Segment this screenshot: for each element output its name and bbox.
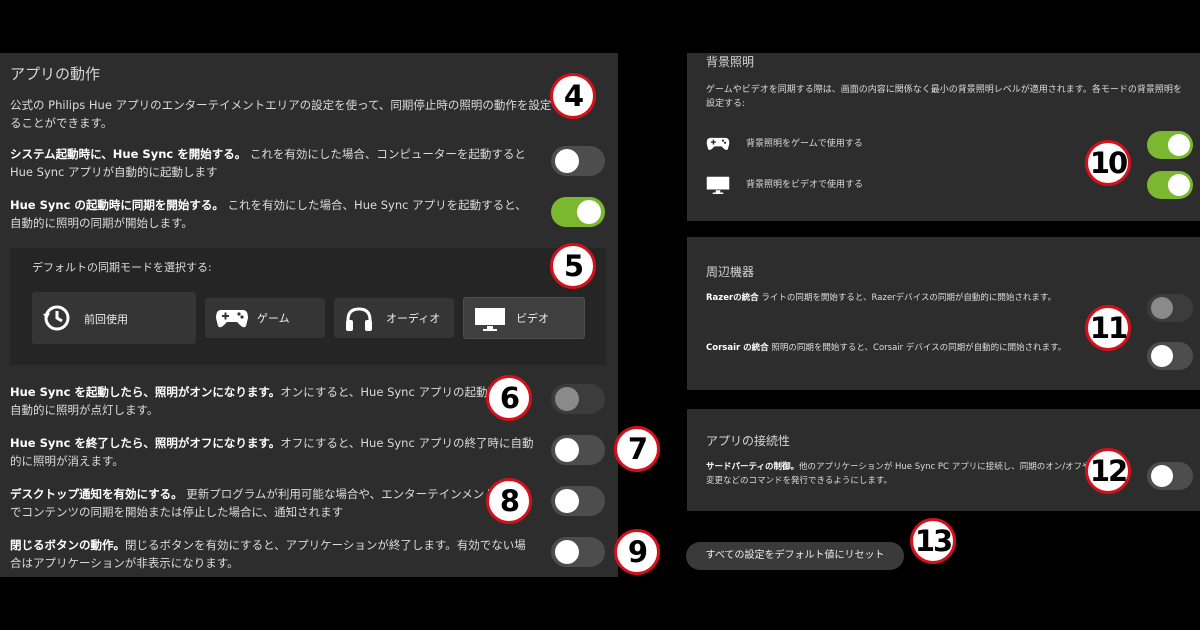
- setting-title: サードパーティの制御。: [706, 462, 799, 472]
- setting-corsair: Corsair の統合 照明の同期を開始すると、Corsair デバイスの同期が…: [706, 342, 1146, 355]
- toggle-lights-off-exit[interactable]: [551, 435, 605, 465]
- setting-title: デスクトップ通知を有効にする。: [10, 487, 183, 501]
- mode-video[interactable]: ビデオ: [463, 297, 585, 339]
- gamepad-icon: [706, 137, 730, 151]
- section-title-peripherals: 周辺機器: [706, 265, 755, 279]
- setting-title: Hue Sync の起動時に同期を開始する。: [10, 198, 224, 212]
- toggle-third-party[interactable]: [1147, 462, 1193, 490]
- toggle-sync-on-launch[interactable]: [551, 197, 605, 227]
- mode-label: オーディオ: [386, 312, 441, 325]
- mode-label: 前回使用: [84, 313, 128, 326]
- headphones-icon: [346, 307, 372, 331]
- setting-desktop-notifications: デスクトップ通知を有効にする。 更新プログラムが利用可能な場合や、エンターテイン…: [10, 485, 535, 521]
- setting-sync-on-launch: Hue Sync の起動時に同期を開始する。 これを有効にした場合、Hue Sy…: [10, 196, 535, 232]
- toggle-corsair[interactable]: [1147, 342, 1193, 370]
- setting-title: Corsair の統合: [706, 343, 769, 353]
- annotation-badge-11: 11: [1085, 305, 1131, 351]
- mode-game[interactable]: ゲーム: [205, 298, 325, 338]
- annotation-badge-6: 6: [486, 375, 532, 421]
- backlight-game-label: 背景照明をゲームで使用する: [746, 139, 863, 149]
- default-sync-mode-label: デフォルトの同期モードを選択する:: [32, 261, 212, 274]
- toggle-knob: [555, 149, 579, 173]
- section-title-backlight: 背景照明: [706, 55, 755, 69]
- toggle-close-button[interactable]: [551, 537, 605, 567]
- history-icon: [43, 305, 70, 331]
- backlight-description: ゲームやビデオを同期する際は、画面の内容に関係なく最小の背景照明レベルが適用され…: [706, 85, 1182, 109]
- mode-last-used[interactable]: 前回使用: [32, 292, 196, 344]
- gamepad-icon: [216, 310, 248, 328]
- toggle-desktop-notifications[interactable]: [551, 486, 605, 516]
- toggle-knob: [555, 438, 579, 462]
- toggle-knob: [1151, 465, 1173, 487]
- setting-third-party: サードパーティの制御。他のアプリケーションが Hue Sync PC アプリに接…: [706, 460, 1131, 488]
- mode-label: ゲーム: [257, 312, 290, 325]
- toggle-knob: [577, 200, 601, 224]
- setting-text: ライトの同期を開始すると、Razerデバイスの同期が自動的に開始されます。: [761, 293, 1057, 303]
- toggle-knob: [1151, 345, 1173, 367]
- setting-start-on-boot: システム起動時に、Hue Sync を開始する。 これを有効にした場合、コンピュ…: [10, 145, 535, 181]
- setting-lights-on-start: Hue Sync を起動したら、照明がオンになります。オンにすると、Hue Sy…: [10, 383, 520, 419]
- toggle-backlight-game[interactable]: [1147, 131, 1193, 159]
- toggle-knob: [1168, 134, 1190, 156]
- annotation-badge-8: 8: [486, 478, 532, 524]
- entertainment-description: 公式の Philips Hue アプリのエンターテイメントエリアの設定を使って、…: [10, 98, 563, 130]
- toggle-knob: [555, 387, 579, 411]
- toggle-knob: [1168, 174, 1190, 196]
- annotation-badge-13: 13: [910, 518, 956, 564]
- monitor-icon: [706, 176, 730, 194]
- section-title-connectivity: アプリの接続性: [706, 434, 791, 448]
- setting-title: Hue Sync を終了したら、照明がオフになります。: [10, 436, 281, 450]
- section-title-app-behavior: アプリの動作: [10, 65, 101, 83]
- toggle-knob: [555, 489, 579, 513]
- setting-close-button: 閉じるボタンの動作。閉じるボタンを有効にすると、アプリケーションが終了します。有…: [10, 536, 535, 572]
- reset-defaults-button[interactable]: すべての設定をデフォルト値にリセット: [686, 542, 904, 570]
- toggle-knob: [555, 540, 579, 564]
- mode-audio[interactable]: オーディオ: [334, 298, 454, 338]
- setting-title: Hue Sync を起動したら、照明がオンになります。: [10, 385, 281, 399]
- annotation-badge-5: 5: [550, 243, 596, 289]
- backlight-video-label: 背景照明をビデオで使用する: [746, 180, 864, 190]
- setting-lights-off-exit: Hue Sync を終了したら、照明がオフになります。オフにすると、Hue Sy…: [10, 434, 535, 470]
- mode-label: ビデオ: [516, 312, 549, 325]
- toggle-lights-on-start[interactable]: [551, 384, 605, 414]
- annotation-badge-9: 9: [614, 529, 660, 575]
- setting-title: Razerの統合: [706, 293, 759, 303]
- setting-title: 閉じるボタンの動作。: [10, 538, 125, 552]
- setting-title: システム起動時に、Hue Sync を開始する。: [10, 147, 247, 161]
- toggle-start-on-boot[interactable]: [551, 146, 605, 176]
- annotation-badge-10: 10: [1085, 140, 1131, 186]
- toggle-razer[interactable]: [1147, 294, 1193, 322]
- setting-text: 照明の同期を開始すると、Corsair デバイスの同期が自動的に開始されます。: [771, 343, 1067, 353]
- annotation-badge-4: 4: [550, 73, 596, 119]
- annotation-badge-12: 12: [1085, 448, 1131, 494]
- setting-razer: Razerの統合 ライトの同期を開始すると、Razerデバイスの同期が自動的に開…: [706, 292, 1146, 305]
- monitor-icon: [475, 308, 505, 331]
- toggle-knob: [1151, 297, 1173, 319]
- toggle-backlight-video[interactable]: [1147, 171, 1193, 199]
- annotation-badge-7: 7: [614, 426, 660, 472]
